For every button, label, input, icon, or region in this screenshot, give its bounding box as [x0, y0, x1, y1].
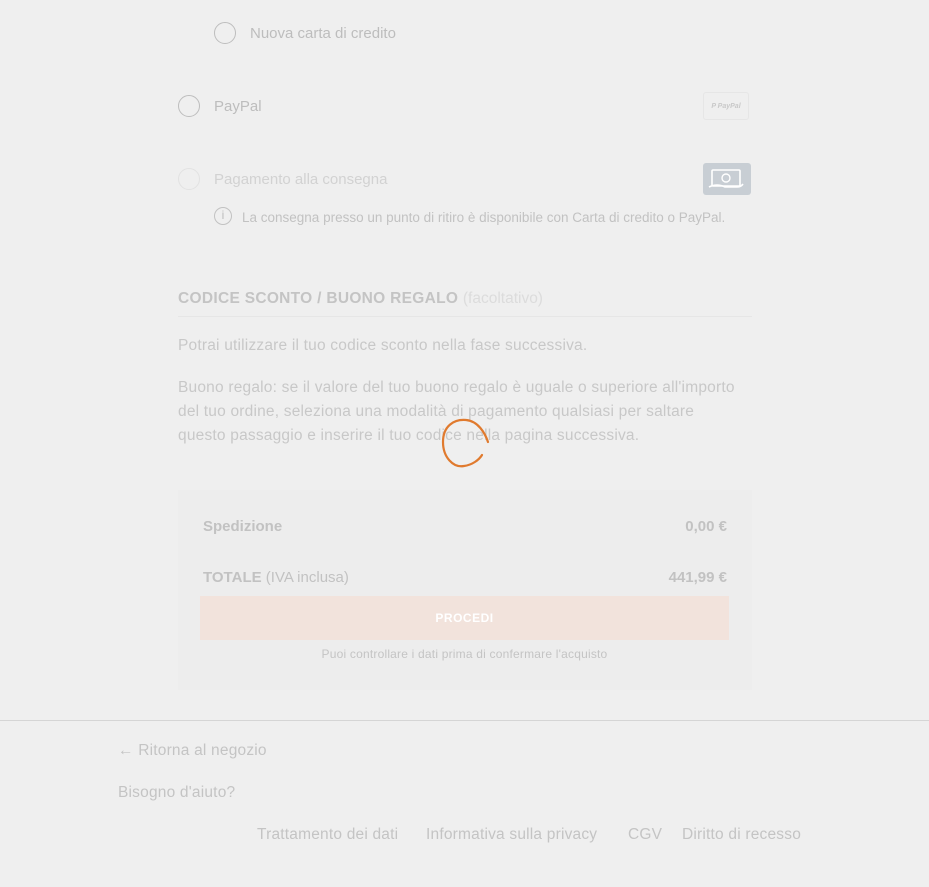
- footer-divider: [0, 720, 929, 721]
- discount-note: Potrai utilizzare il tuo codice sconto n…: [178, 337, 588, 354]
- paypal-logo-icon: P PayPal: [703, 92, 749, 120]
- new-card-label: Nuova carta di credito: [250, 25, 396, 42]
- withdrawal-link[interactable]: Diritto di recesso: [682, 826, 801, 844]
- discount-section-title: CODICE SCONTO / BUONO REGALO (facoltativ…: [178, 290, 543, 308]
- cash-icon: [703, 163, 751, 195]
- shipping-label: Spedizione: [203, 518, 283, 535]
- paypal-radio[interactable]: [178, 95, 200, 117]
- new-card-radio[interactable]: [214, 22, 236, 44]
- total-value: 441,99 €: [668, 569, 727, 586]
- data-processing-link[interactable]: Trattamento dei dati: [257, 826, 398, 844]
- cut-off-text: [400, 0, 440, 2]
- cod-radio[interactable]: [178, 168, 200, 190]
- total-label: TOTALE (IVA inclusa): [203, 569, 349, 586]
- cod-label: Pagamento alla consegna: [214, 171, 388, 188]
- cod-info-text: La consegna presso un punto di ritiro è …: [242, 210, 726, 225]
- help-link[interactable]: Bisogno d'aiuto?: [118, 784, 235, 802]
- loading-spinner-icon: [441, 418, 490, 468]
- shipping-value: 0,00 €: [685, 518, 727, 535]
- discount-optional: (facoltativo): [462, 290, 543, 307]
- review-hint: Puoi controllare i dati prima di conferm…: [321, 647, 608, 661]
- discount-title: CODICE SCONTO / BUONO REGALO: [178, 290, 459, 307]
- privacy-link[interactable]: Informativa sulla privacy: [426, 826, 597, 844]
- paypal-label: PayPal: [214, 98, 262, 115]
- info-icon: i: [214, 207, 232, 225]
- back-to-shop-link[interactable]: ← Ritorna al negozio: [118, 742, 267, 760]
- cgv-link[interactable]: CGV: [628, 826, 662, 844]
- total-label-text: TOTALE: [203, 569, 262, 586]
- divider: [178, 316, 752, 317]
- proceed-button[interactable]: PROCEDI: [200, 596, 729, 640]
- total-vat-note: (IVA inclusa): [265, 569, 349, 586]
